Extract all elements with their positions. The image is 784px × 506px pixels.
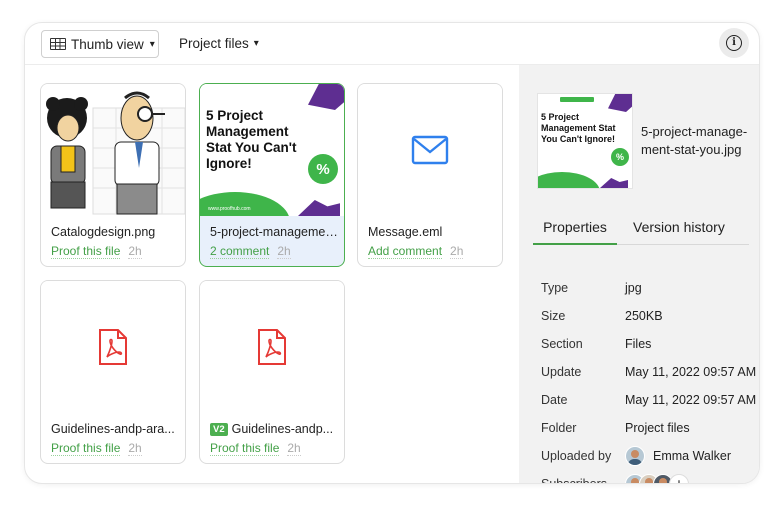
subscriber-avatars	[625, 474, 673, 483]
property-row: Subscribers +	[541, 474, 689, 484]
file-meta: 2 comment 2h	[210, 244, 291, 259]
file-name-text: Guidelines-andp...	[231, 422, 334, 436]
file-card[interactable]: V2 Guidelines-andp... Proof this file 2h	[199, 280, 345, 464]
chevron-down-icon: ▾	[253, 38, 259, 49]
pdf-icon	[99, 329, 127, 365]
view-label: Thumb view	[71, 36, 144, 52]
property-key: Date	[541, 393, 568, 407]
file-preview[interactable]: 5 Project Management Stat You Can't Igno…	[537, 93, 633, 189]
comment-link[interactable]: 2 comment	[210, 244, 270, 259]
preview-file-name: 5-project-manage-ment-stat-you.jpg	[641, 124, 748, 157]
avatar[interactable]	[625, 446, 645, 466]
proof-file-link[interactable]: Proof this file	[51, 244, 121, 259]
property-row: Size 250KB	[541, 307, 663, 325]
file-thumbnail[interactable]	[358, 84, 502, 216]
green-shape	[200, 192, 290, 216]
proof-file-link[interactable]: Proof this file	[210, 441, 280, 456]
file-card[interactable]: Guidelines-andp-ara... Proof this file 2…	[40, 280, 186, 464]
proof-file-link[interactable]: Proof this file	[51, 441, 121, 456]
thumb-view-dropdown[interactable]: Thumb view ▾	[41, 30, 159, 58]
property-value: May 11, 2022 09:57 AM	[625, 393, 757, 407]
file-meta: Add comment 2h	[368, 244, 464, 259]
details-pane: 5 Project Management Stat You Can't Igno…	[519, 65, 759, 484]
purple-shape	[608, 94, 632, 112]
file-age: 2h	[128, 244, 142, 259]
promo-title: 5 Project Management Stat You Can't Igno…	[541, 112, 616, 144]
file-name[interactable]: 5-project-management-stat-you.jpg	[210, 225, 338, 239]
property-row: Update May 11, 2022 09:57 AM	[541, 363, 756, 381]
file-age: 2h	[277, 244, 291, 259]
property-row: Date May 11, 2022 09:57 AM	[541, 391, 756, 409]
toolbar: Thumb view ▾ Project files ▾ i	[25, 23, 759, 65]
property-key: Update	[541, 365, 582, 379]
version-badge: V2	[210, 423, 228, 436]
uploader-name: Emma Walker	[653, 449, 732, 463]
property-row: Folder Project files	[541, 419, 690, 437]
project-files-dropdown[interactable]: Project files ▾	[179, 36, 259, 51]
green-shape	[538, 172, 600, 188]
file-card[interactable]: Message.eml Add comment 2h	[357, 83, 503, 267]
promo-url: www.proofhub.com	[208, 206, 251, 212]
property-value: Files	[625, 337, 652, 351]
file-card-selected[interactable]: 5 Project Management Stat You Can't Igno…	[199, 83, 345, 267]
purple-shape	[308, 84, 344, 110]
file-name[interactable]: V2 Guidelines-andp...	[210, 422, 338, 436]
file-name[interactable]: Catalogdesign.png	[51, 225, 179, 239]
file-age: 2h	[287, 441, 301, 456]
mail-icon	[411, 135, 449, 165]
details-tabs: Properties Version history	[533, 215, 749, 245]
file-name[interactable]: Guidelines-andp-ara...	[51, 422, 179, 436]
property-value: jpg	[625, 281, 642, 295]
property-key: Folder	[541, 421, 577, 435]
property-key: Subscribers	[541, 477, 607, 484]
folder-label: Project files	[179, 36, 249, 51]
percent-badge: %	[611, 148, 629, 166]
pdf-icon	[258, 329, 286, 365]
property-row: Type jpg	[541, 279, 642, 297]
property-key: Type	[541, 281, 569, 295]
property-value: May 11, 2022 09:57 AM	[625, 365, 757, 379]
grid-icon	[50, 38, 66, 50]
file-thumbnail[interactable]	[41, 281, 185, 413]
file-thumbnail[interactable]	[200, 281, 344, 413]
tab-properties[interactable]: Properties	[533, 219, 617, 245]
add-comment-link[interactable]: Add comment	[368, 244, 443, 259]
file-name[interactable]: Message.eml	[368, 225, 496, 239]
property-key: Uploaded by	[541, 449, 612, 463]
purple-shape	[600, 178, 628, 188]
file-age: 2h	[128, 441, 142, 456]
property-row: Uploaded by Emma Walker	[541, 446, 732, 466]
chevron-down-icon: ▾	[149, 38, 155, 50]
promo-image: 5 Project Management Stat You Can't Igno…	[200, 84, 344, 216]
file-meta: Proof this file 2h	[51, 244, 142, 259]
file-meta: Proof this file 2h	[51, 441, 142, 456]
promo-title: 5 Project Management Stat You Can't Igno…	[206, 108, 297, 171]
percent-badge: %	[308, 154, 338, 184]
property-value: Project files	[625, 421, 690, 435]
file-thumbnail[interactable]	[41, 84, 185, 216]
file-meta: Proof this file 2h	[210, 441, 301, 456]
property-key: Size	[541, 309, 566, 323]
info-icon: i	[726, 35, 742, 51]
property-row: Section Files	[541, 335, 651, 353]
file-thumbnail[interactable]: 5 Project Management Stat You Can't Igno…	[200, 84, 344, 216]
purple-shape	[298, 200, 340, 216]
tab-version-history[interactable]: Version history	[633, 219, 725, 235]
promo-image: 5 Project Management Stat You Can't Igno…	[538, 94, 632, 188]
illustration-image	[46, 91, 185, 215]
property-key: Section	[541, 337, 583, 351]
file-card[interactable]: Catalogdesign.png Proof this file 2h	[40, 83, 186, 267]
brand-logo	[560, 97, 594, 102]
file-age: 2h	[450, 244, 464, 259]
info-button[interactable]: i	[719, 28, 749, 58]
property-value: 250KB	[625, 309, 663, 323]
files-panel: Thumb view ▾ Project files ▾ i Catalogde…	[24, 22, 760, 484]
add-subscriber-button[interactable]: +	[669, 474, 689, 483]
